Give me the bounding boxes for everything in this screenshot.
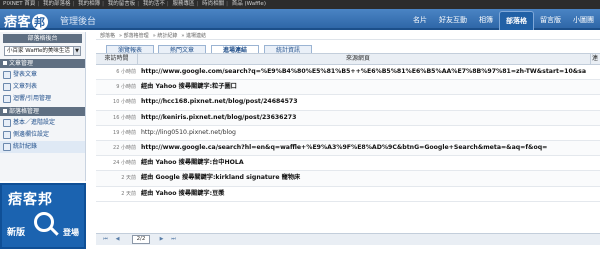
row-time: 2 天前 <box>121 190 136 197</box>
sidebar-section-articles: 文章管理 <box>0 59 85 68</box>
column-header-link[interactable]: 連結 <box>590 54 600 64</box>
row-source-text: 經由 Google 搜尋關鍵字:kirkland signature 寵物床 <box>141 174 301 182</box>
top-link[interactable]: 我的部落格 <box>43 1 71 7</box>
banner-left-text: 新版 <box>7 228 26 238</box>
table-row: 19 小時前 http://ling0510.pixnet.net/blog <box>96 126 600 141</box>
referrer-list: 6 小時前 http://www.google.com/search?q=%E9%… <box>96 65 600 202</box>
pencil-icon <box>3 71 11 79</box>
layout-icon <box>3 131 11 139</box>
column-header-source[interactable]: 來源網頁 <box>138 54 578 64</box>
row-source-link[interactable]: http://www.google.ca/search?hl=en&q=waff… <box>141 141 586 155</box>
table-row: 9 小時前 經由 Yahoo 搜尋關鍵字:粒子圖口 <box>96 80 600 96</box>
table-row: 10 小時前 http://hcc168.pixnet.net/blog/post… <box>96 95 600 111</box>
sidebar-item-comments[interactable]: 迴響/引用管理 <box>0 93 85 105</box>
row-source-link[interactable]: http://www.google.com/search?q=%E9%B4%80… <box>141 65 586 79</box>
section-title: 文章管理 <box>9 60 34 67</box>
sidebar-item-sidebar-settings[interactable]: 側邊欄位設定 <box>0 129 85 141</box>
sidebar-item-label: 基本／進階設定 <box>13 119 56 126</box>
row-source-text: 經由 Yahoo 搜尋關鍵字:台中HOLA <box>141 159 244 167</box>
sidebar: 部落格後台 小百家 Waffle的美味生活 ▼ 文章管理 發表文章 文章列表 迴… <box>0 32 86 181</box>
table-row: 22 小時前 http://www.google.ca/search?hl=en&… <box>96 140 600 157</box>
row-time: 16 小時前 <box>113 114 136 121</box>
promo-banner[interactable]: 痞客邦 新版 登場 <box>0 183 86 249</box>
chevron-down-icon[interactable]: ▼ <box>73 47 80 55</box>
row-time: 24 小時前 <box>113 160 136 167</box>
sidebar-item-settings[interactable]: 基本／進階設定 <box>0 117 85 129</box>
first-page-icon[interactable]: ⏮ <box>102 236 109 243</box>
magnifier-handle <box>50 227 59 236</box>
next-page-icon[interactable]: ▶ <box>158 236 165 243</box>
sidebar-item-new-post[interactable]: 發表文章 <box>0 69 85 81</box>
sidebar-item-label: 迴響/引用管理 <box>13 95 52 102</box>
sidebar-item-post-list[interactable]: 文章列表 <box>0 81 85 93</box>
comment-icon <box>3 95 11 103</box>
sidebar-item-label: 側邊欄位設定 <box>13 131 50 138</box>
row-source-text: 經由 Yahoo 搜尋關鍵字:豆漿 <box>141 189 225 197</box>
section-title: 部落格管理 <box>9 108 40 115</box>
row-time: 10 小時前 <box>113 99 136 106</box>
row-source-link[interactable]: 經由 Yahoo 搜尋關鍵字:粒子圖口 <box>141 80 586 94</box>
pagination-bar: ⏮ ◀ 2/2 ▶ ⏭ <box>96 233 600 245</box>
page-input[interactable]: 2/2 <box>132 235 150 244</box>
table-row: 6 小時前 http://www.google.com/search?q=%E9%… <box>96 65 600 81</box>
row-time: 22 小時前 <box>113 144 136 151</box>
logo-text: 痞客 <box>4 15 32 30</box>
row-source-link[interactable]: http://keniris.pixnet.net/blog/post/2363… <box>141 111 586 125</box>
logo-mark: 邦 <box>32 14 48 30</box>
chart-icon <box>3 143 11 151</box>
banner-right-text: 登場 <box>63 228 79 237</box>
blog-select-value: 小百家 Waffle的美味生活 <box>7 48 70 54</box>
sidebar-item-label: 統計紀錄 <box>13 143 38 150</box>
blog-select[interactable]: 小百家 Waffle的美味生活 ▼ <box>4 46 81 56</box>
list-icon <box>3 83 11 91</box>
column-header-time[interactable]: 來訪時間 <box>96 54 138 64</box>
gear-icon <box>3 119 11 127</box>
row-time: 6 小時前 <box>116 69 136 75</box>
last-page-icon[interactable]: ⏭ <box>170 236 177 243</box>
site-logo[interactable]: 痞客邦 <box>4 11 48 30</box>
table-row: 2 天前 經由 Google 搜尋關鍵字:kirkland signature 寵… <box>96 171 600 187</box>
table-row: 2 天前 經由 Yahoo 搜尋關鍵字:豆漿 <box>96 187 600 202</box>
sidebar-item-stats[interactable]: 統計紀錄 <box>0 141 85 153</box>
banner-title: 痞客邦 <box>8 192 53 208</box>
row-time: 9 小時前 <box>116 84 136 91</box>
square-icon <box>3 109 7 113</box>
table-row: 16 小時前 http://keniris.pixnet.net/blog/pos… <box>96 110 600 126</box>
row-time: 2 天前 <box>121 175 136 182</box>
sidebar-title: 部落格後台 <box>3 34 82 43</box>
row-source-link[interactable]: http://hcc168.pixnet.net/blog/post/24684… <box>141 95 586 109</box>
table-area: 來訪時間 來源網頁 連結 6 小時前 http://www.google.com/… <box>96 0 600 256</box>
sidebar-item-label: 發表文章 <box>13 71 38 78</box>
sidebar-item-label: 文章列表 <box>13 83 38 90</box>
square-icon <box>3 61 7 65</box>
row-time: 19 小時前 <box>113 129 136 136</box>
table-row: 24 小時前 經由 Yahoo 搜尋關鍵字:台中HOLA <box>96 156 600 172</box>
row-source-link[interactable]: http://ling0510.pixnet.net/blog <box>141 126 586 140</box>
prev-page-icon[interactable]: ◀ <box>114 236 121 243</box>
logo-subtitle: 管理後台 <box>60 17 97 27</box>
sidebar-section-blog: 部落格管理 <box>0 107 85 116</box>
top-link[interactable]: PIXNET 首頁 <box>3 1 35 7</box>
table-header: 來訪時間 來源網頁 連結 <box>96 53 600 65</box>
